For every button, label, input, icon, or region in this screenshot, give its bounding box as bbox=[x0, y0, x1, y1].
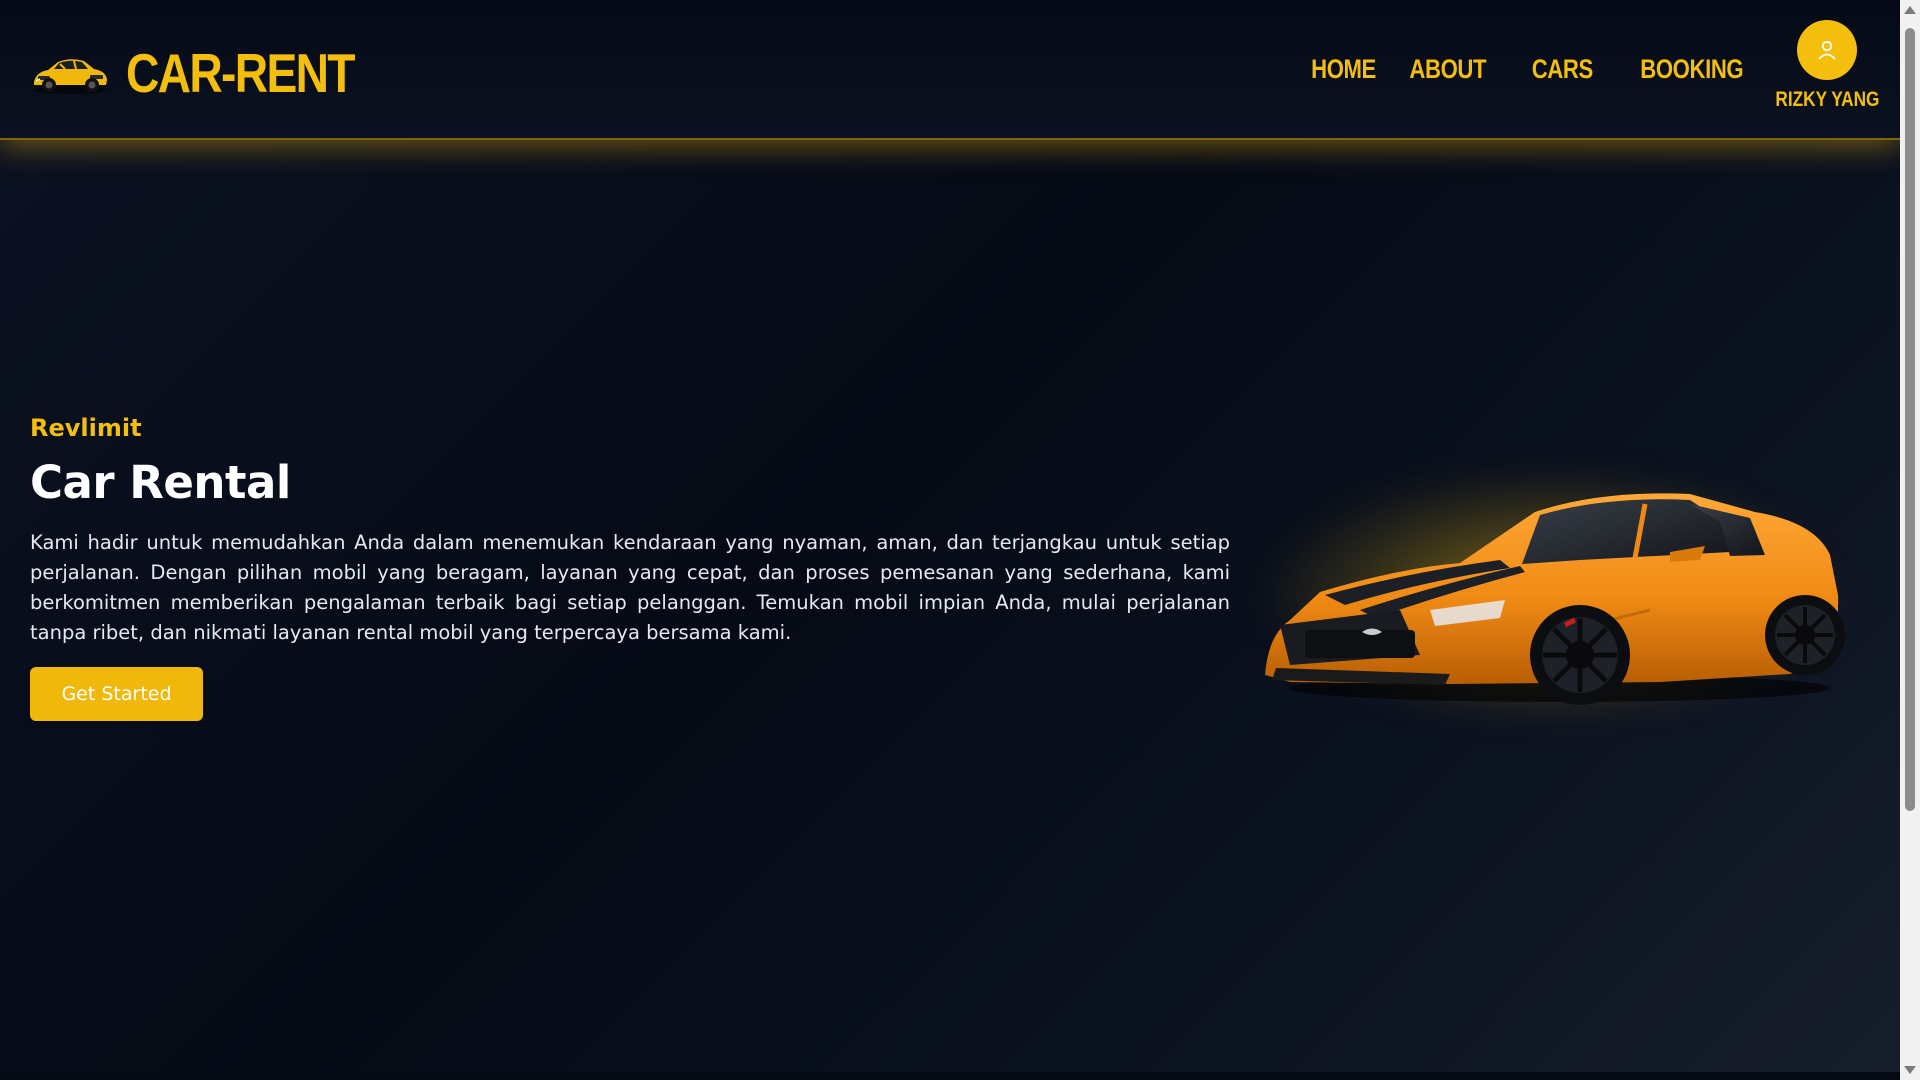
nav-link-cars[interactable]: CARS bbox=[1532, 52, 1594, 86]
scroll-up-arrow-icon[interactable] bbox=[1904, 6, 1916, 14]
nav-link-booking[interactable]: BOOKING bbox=[1641, 52, 1744, 86]
user-menu[interactable]: RIZKY YANG bbox=[1775, 20, 1879, 112]
brand-name: CAR-RENT bbox=[126, 41, 355, 104]
scrollbar-thumb[interactable] bbox=[1905, 28, 1915, 811]
hero-tagline: Revlimit bbox=[30, 414, 142, 442]
user-icon bbox=[1818, 40, 1836, 60]
nav-link-about[interactable]: ABOUT bbox=[1410, 52, 1487, 86]
page-bottom-edge bbox=[0, 1072, 1900, 1080]
navbar: CAR-RENT HOME ABOUT CARS BOOKING RIZKY Y… bbox=[0, 0, 1900, 140]
main-nav: HOME ABOUT CARS BOOKING bbox=[1304, 52, 1755, 86]
sports-car-icon bbox=[34, 59, 107, 94]
get-started-button[interactable]: Get Started bbox=[30, 667, 203, 721]
page: CAR-RENT HOME ABOUT CARS BOOKING RIZKY Y… bbox=[0, 0, 1920, 1080]
nav-link-home[interactable]: HOME bbox=[1312, 52, 1377, 86]
hero-title: Car Rental bbox=[30, 456, 291, 509]
user-name: RIZKY YANG bbox=[1775, 88, 1880, 111]
hero-description: Kami hadir untuk memudahkan Anda dalam m… bbox=[30, 531, 1230, 644]
scroll-down-arrow-icon[interactable] bbox=[1904, 1066, 1916, 1074]
vertical-scrollbar[interactable] bbox=[1900, 0, 1920, 1080]
brand[interactable]: CAR-RENT bbox=[30, 38, 397, 108]
orange-sports-car-image bbox=[1265, 493, 1845, 705]
user-avatar[interactable] bbox=[1797, 20, 1857, 80]
